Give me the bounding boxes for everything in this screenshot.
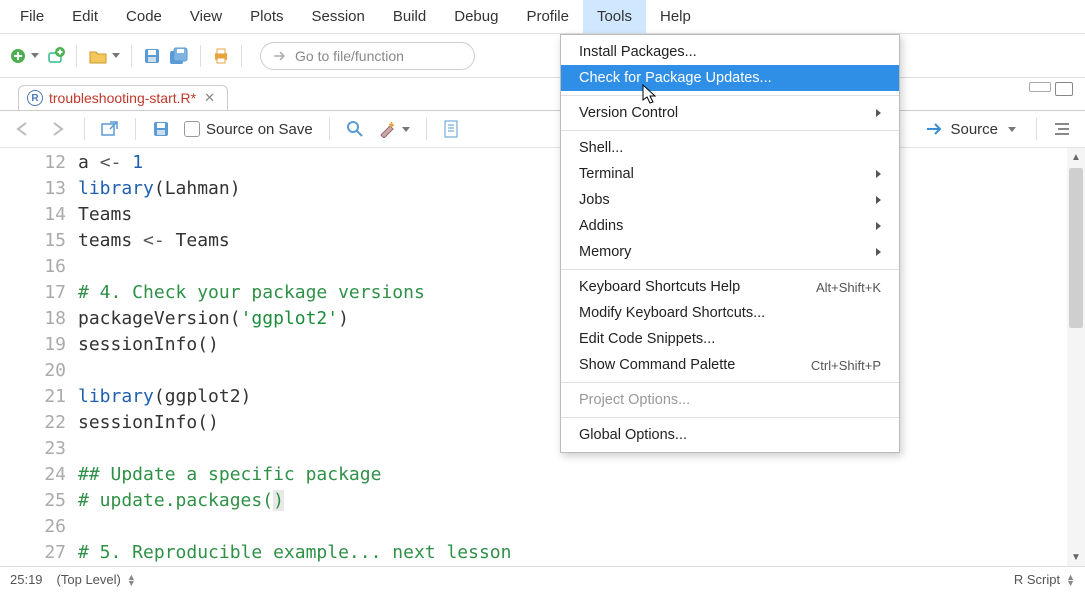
save-document-button[interactable]	[148, 115, 174, 143]
statusbar: 25:19 (Top Level) ▲▼ R Script ▲▼	[0, 566, 1085, 592]
submenu-arrow-icon	[876, 109, 881, 117]
goto-placeholder: Go to file/function	[295, 48, 404, 64]
source-on-save-toggle[interactable]: Source on Save	[180, 115, 317, 143]
menu-item-version-control[interactable]: Version Control	[561, 100, 899, 126]
updown-icon: ▲▼	[127, 574, 136, 586]
show-in-new-window-button[interactable]	[97, 115, 123, 143]
menu-item-terminal[interactable]: Terminal	[561, 161, 899, 187]
menu-item-check-for-package-updates[interactable]: Check for Package Updates...	[561, 65, 899, 91]
menu-separator	[561, 130, 899, 131]
line-number-gutter: 12131415161718192021222324252627	[0, 148, 78, 566]
menu-tools[interactable]: Tools	[583, 0, 646, 33]
file-tab[interactable]: R troubleshooting-start.R* ✕	[18, 85, 228, 110]
cursor-position: 25:19	[10, 572, 43, 587]
file-tab-name: troubleshooting-start.R*	[49, 90, 196, 106]
editor-toolbar: Source on Save Source	[0, 110, 1085, 148]
menu-separator	[561, 382, 899, 383]
code-content[interactable]: a <- 1library(Lahman)Teamsteams <- Teams…	[78, 148, 511, 566]
code-tools-button[interactable]	[374, 115, 414, 143]
menu-separator	[561, 417, 899, 418]
menu-session[interactable]: Session	[298, 0, 379, 33]
keyboard-shortcut: Ctrl+Shift+P	[811, 358, 881, 373]
menu-file[interactable]: File	[6, 0, 58, 33]
menu-item-show-command-palette[interactable]: Show Command PaletteCtrl+Shift+P	[561, 352, 899, 378]
menu-code[interactable]: Code	[112, 0, 176, 33]
vertical-scrollbar[interactable]: ▲ ▼	[1067, 148, 1085, 566]
keyboard-shortcut: Alt+Shift+K	[816, 280, 881, 295]
menu-help[interactable]: Help	[646, 0, 705, 33]
menu-item-install-packages[interactable]: Install Packages...	[561, 39, 899, 65]
chevron-down-icon	[31, 53, 39, 58]
save-all-button[interactable]	[166, 43, 192, 69]
menu-debug[interactable]: Debug	[440, 0, 512, 33]
menu-item-shell[interactable]: Shell...	[561, 135, 899, 161]
new-project-button[interactable]	[44, 43, 68, 69]
menu-build[interactable]: Build	[379, 0, 440, 33]
pane-layout-buttons[interactable]	[1029, 82, 1073, 96]
save-button[interactable]	[140, 43, 164, 69]
submenu-arrow-icon	[876, 222, 881, 230]
source-button[interactable]: Source	[918, 121, 1024, 138]
scroll-up-arrow[interactable]: ▲	[1067, 148, 1085, 166]
chevron-down-icon	[402, 127, 410, 132]
menu-item-modify-keyboard-shortcuts[interactable]: Modify Keyboard Shortcuts...	[561, 300, 899, 326]
menu-item-addins[interactable]: Addins	[561, 213, 899, 239]
menu-separator	[561, 95, 899, 96]
menu-plots[interactable]: Plots	[236, 0, 297, 33]
submenu-arrow-icon	[876, 248, 881, 256]
menu-view[interactable]: View	[176, 0, 236, 33]
maximize-pane-icon[interactable]	[1055, 82, 1073, 96]
scope-selector[interactable]: (Top Level) ▲▼	[57, 572, 136, 587]
editor-tabbar: R troubleshooting-start.R* ✕	[0, 78, 1085, 110]
scroll-down-arrow[interactable]: ▼	[1067, 548, 1085, 566]
menu-profile[interactable]: Profile	[512, 0, 583, 33]
code-editor[interactable]: 12131415161718192021222324252627 a <- 1l…	[0, 148, 1085, 566]
menu-item-jobs[interactable]: Jobs	[561, 187, 899, 213]
scroll-thumb[interactable]	[1069, 168, 1083, 328]
chevron-down-icon	[1008, 127, 1016, 132]
outline-button[interactable]	[1049, 115, 1075, 143]
chevron-down-icon	[112, 53, 120, 58]
menu-item-global-options[interactable]: Global Options...	[561, 422, 899, 448]
menu-item-keyboard-shortcuts-help[interactable]: Keyboard Shortcuts HelpAlt+Shift+K	[561, 274, 899, 300]
tools-menu-dropdown: Install Packages...Check for Package Upd…	[560, 34, 900, 453]
menu-item-memory[interactable]: Memory	[561, 239, 899, 265]
menubar: FileEditCodeViewPlotsSessionBuildDebugPr…	[0, 0, 1085, 34]
new-file-button[interactable]	[6, 43, 42, 69]
menu-edit[interactable]: Edit	[58, 0, 112, 33]
back-button[interactable]	[10, 115, 38, 143]
main-toolbar: Go to file/function	[0, 34, 1085, 78]
open-file-button[interactable]	[85, 43, 123, 69]
updown-icon: ▲▼	[1066, 574, 1075, 586]
checkbox-icon	[184, 121, 200, 137]
close-tab-button[interactable]: ✕	[202, 90, 217, 106]
submenu-arrow-icon	[876, 170, 881, 178]
print-button[interactable]	[209, 43, 233, 69]
menu-separator	[561, 269, 899, 270]
forward-button[interactable]	[44, 115, 72, 143]
goto-arrow-icon	[273, 49, 287, 63]
r-file-icon: R	[27, 90, 43, 106]
language-mode[interactable]: R Script ▲▼	[1014, 572, 1075, 587]
run-arrow-icon	[926, 122, 944, 136]
minimize-pane-icon[interactable]	[1029, 82, 1051, 92]
compile-report-button[interactable]	[439, 115, 463, 143]
goto-file-function[interactable]: Go to file/function	[260, 42, 475, 70]
find-replace-button[interactable]	[342, 115, 368, 143]
submenu-arrow-icon	[876, 196, 881, 204]
menu-item-project-options: Project Options...	[561, 387, 899, 413]
menu-item-edit-code-snippets[interactable]: Edit Code Snippets...	[561, 326, 899, 352]
